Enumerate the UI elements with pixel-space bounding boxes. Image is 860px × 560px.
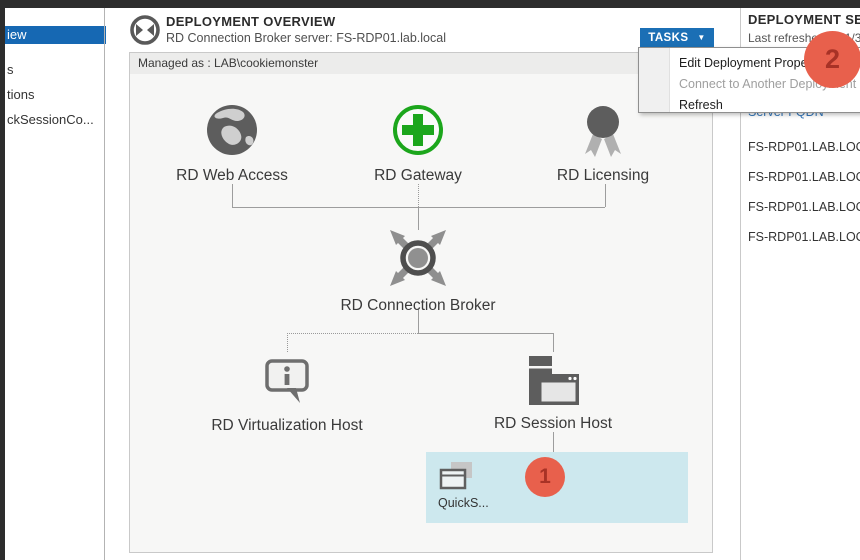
server-row[interactable]: FS-RDP01.LAB.LOCAL	[748, 230, 860, 244]
node-label: RD Web Access	[152, 167, 312, 185]
deployment-servers-title: DEPLOYMENT SERVERS	[748, 12, 860, 27]
connector-line	[418, 207, 419, 230]
connector-line	[287, 333, 288, 352]
node-label: RD Gateway	[338, 167, 498, 185]
annotation-number: 2	[825, 44, 840, 75]
deployment-overview-icon	[128, 13, 162, 52]
sidebar-item-label: iew	[7, 27, 27, 42]
sidebar-item-quicksessioncollection[interactable]: ckSessionCo...	[5, 111, 106, 129]
connector-line	[418, 184, 419, 207]
annotation-step-1: 1	[525, 457, 565, 497]
tasks-button-label: TASKS	[648, 32, 688, 44]
chevron-down-icon: ▼	[697, 33, 705, 42]
sidebar-item-overview[interactable]: iew	[5, 26, 106, 44]
ribbon-award-icon	[575, 102, 631, 158]
node-label: RD Session Host	[473, 415, 633, 433]
tasks-button[interactable]: TASKS ▼	[640, 28, 714, 47]
sidebar-item-label: s	[7, 62, 14, 77]
node-rd-web-access[interactable]: RD Web Access	[152, 102, 312, 185]
node-label: RD Licensing	[523, 167, 683, 185]
window-top-bar	[0, 0, 860, 8]
node-rd-connection-broker[interactable]: RD Connection Broker	[328, 228, 508, 315]
server-row[interactable]: FS-RDP01.LAB.LOCAL	[748, 140, 860, 154]
sidebar-item-collections[interactable]: tions	[5, 86, 106, 104]
windows-collection-icon	[438, 460, 478, 496]
sidebar-item-label: ckSessionCo...	[7, 112, 94, 127]
node-rd-licensing[interactable]: RD Licensing	[523, 102, 683, 185]
add-gateway-icon	[390, 102, 446, 158]
connector-line	[418, 333, 553, 334]
server-row[interactable]: FS-RDP01.LAB.LOCAL	[748, 200, 860, 214]
connection-broker-icon	[388, 228, 448, 288]
annotation-number: 1	[539, 465, 551, 489]
annotation-step-2: 2	[804, 31, 860, 88]
connector-line	[232, 184, 233, 207]
menu-item-refresh[interactable]: Refresh	[670, 95, 860, 116]
sidebar-divider	[104, 8, 105, 560]
menu-icon-gutter	[639, 48, 670, 112]
node-rd-session-host[interactable]: RD Session Host	[473, 350, 633, 433]
page-subtitle: RD Connection Broker server: FS-RDP01.la…	[166, 31, 446, 45]
sidebar-item-servers[interactable]: s	[5, 61, 106, 79]
node-rd-gateway[interactable]: RD Gateway	[338, 102, 498, 185]
sidebar-item-label: tions	[7, 87, 34, 102]
connector-line	[553, 432, 554, 452]
server-manager-window: iew s tions ckSessionCo... DEPLOYMENT OV…	[0, 0, 860, 560]
node-label: RD Virtualization Host	[197, 417, 377, 435]
node-rd-virtualization-host[interactable]: RD Virtualization Host	[197, 352, 377, 435]
connector-line	[287, 333, 418, 334]
collection-label: QuickS...	[438, 496, 489, 510]
page-title: DEPLOYMENT OVERVIEW	[166, 14, 335, 29]
info-bubble-icon	[259, 352, 315, 408]
session-host-icon	[525, 350, 581, 406]
globe-icon	[204, 102, 260, 158]
sidebar: iew s tions ckSessionCo...	[5, 8, 104, 560]
managed-as-bar: Managed as : LAB\cookiemonster	[130, 53, 712, 74]
connector-line	[605, 184, 606, 207]
server-row[interactable]: FS-RDP01.LAB.LOCAL	[748, 170, 860, 184]
node-label: RD Connection Broker	[328, 297, 508, 315]
